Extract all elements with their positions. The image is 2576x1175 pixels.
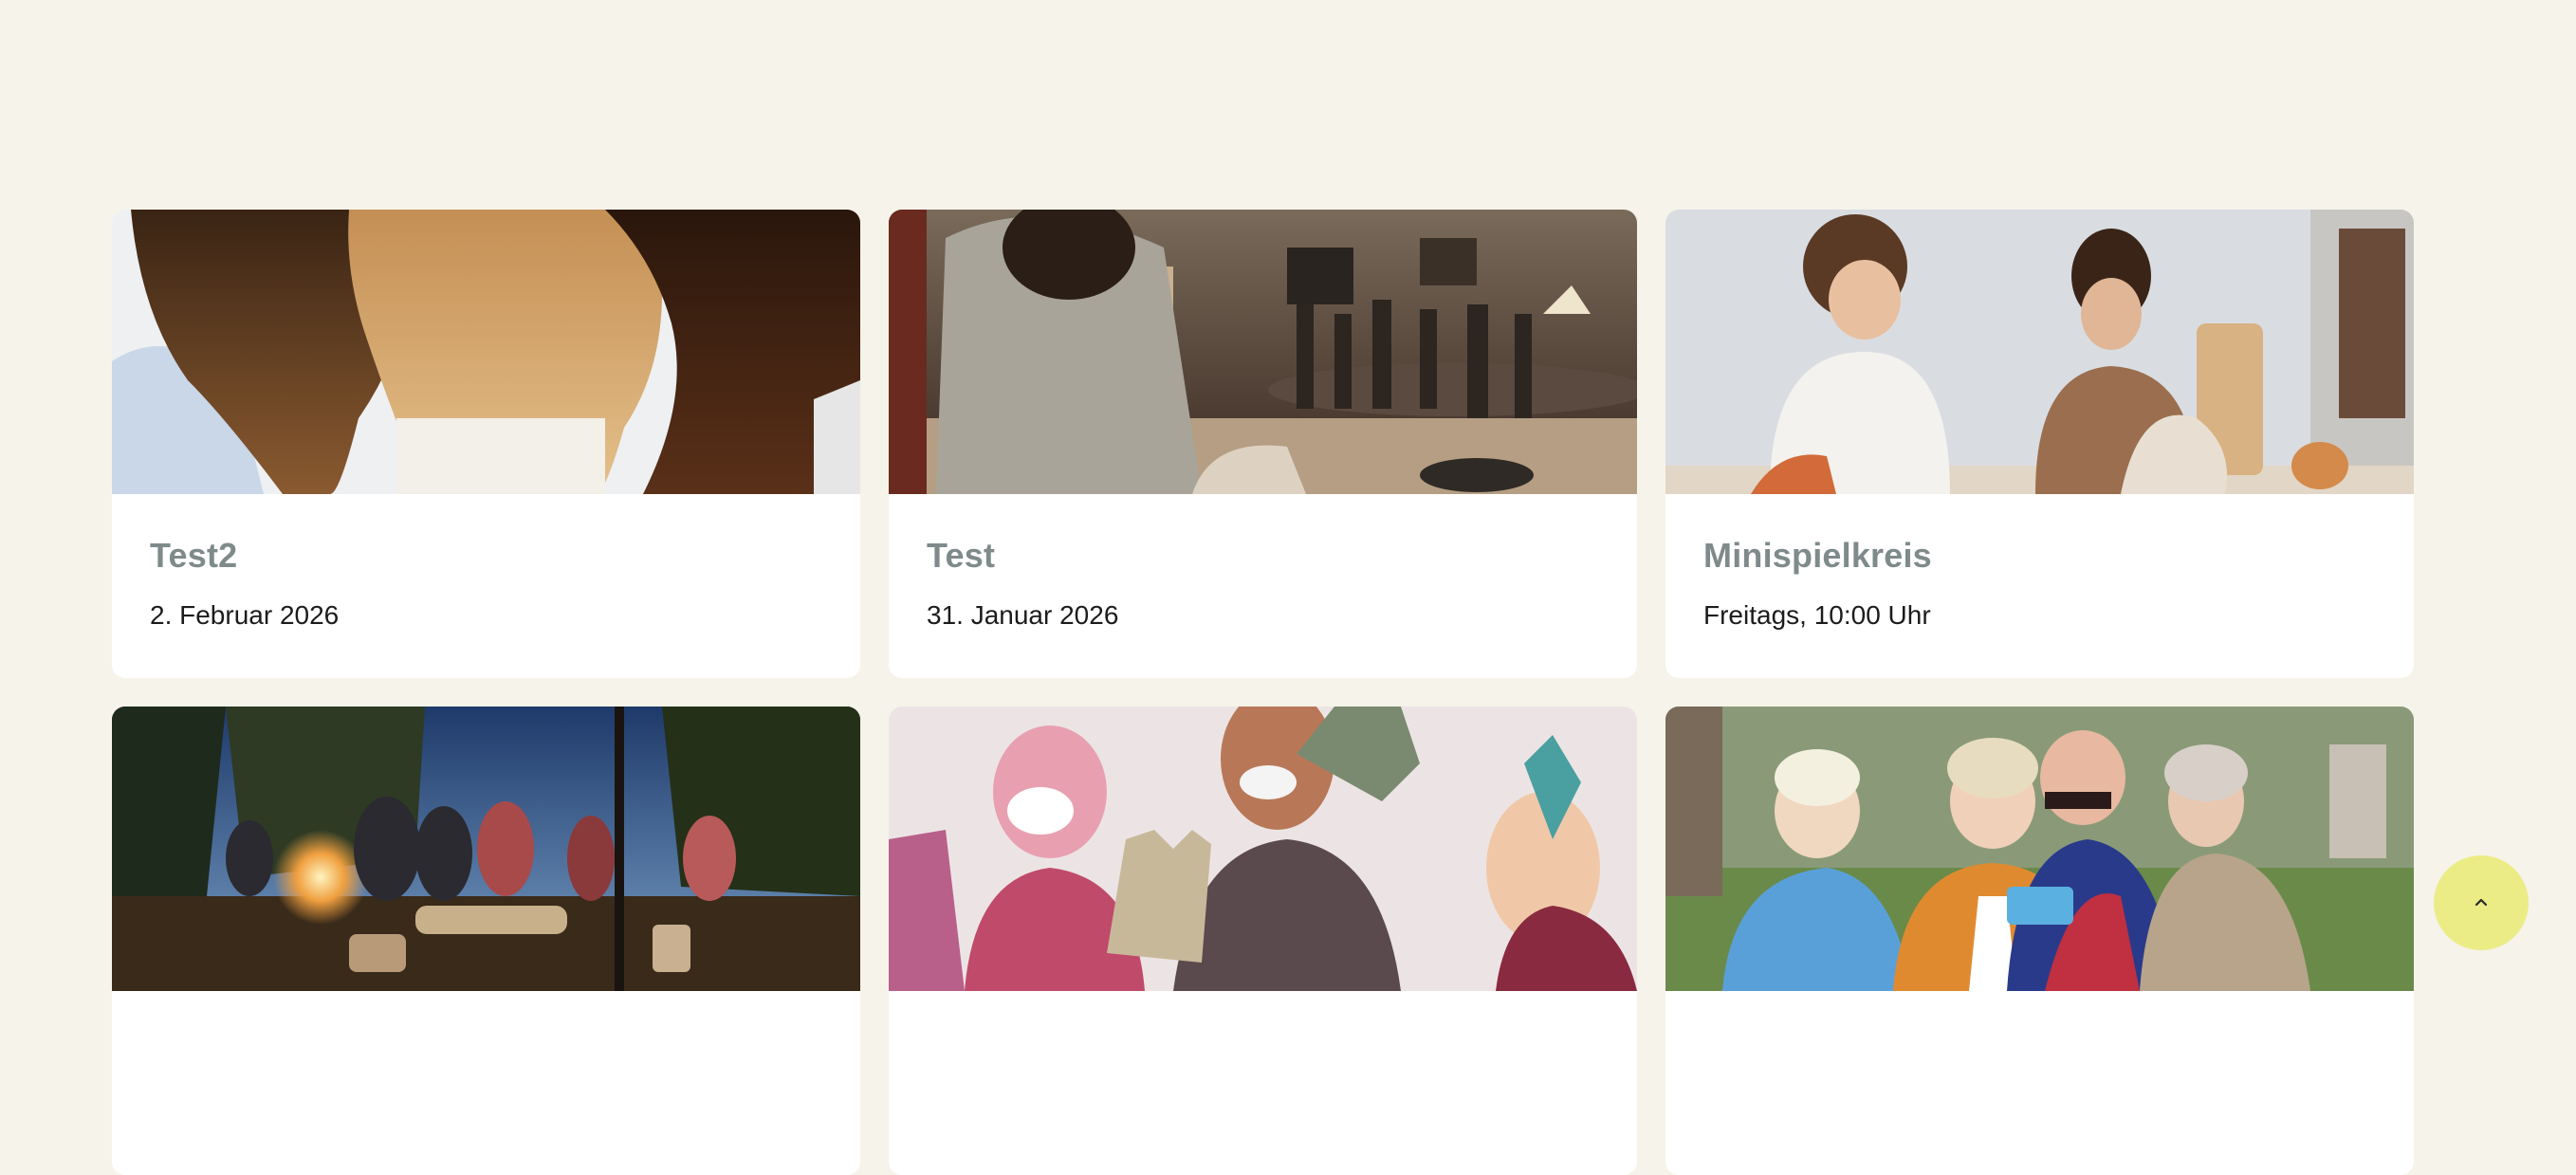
event-card[interactable]: Test 31. Januar 2026: [889, 210, 1637, 678]
event-date: 31. Januar 2026: [927, 600, 1119, 631]
event-image: [112, 707, 860, 991]
event-title[interactable]: Test2: [150, 536, 822, 575]
event-date: 2. Februar 2026: [150, 600, 340, 631]
event-card[interactable]: Minispielkreis Freitags, 10:00 Uhr: [1665, 210, 2414, 678]
event-image: [112, 210, 860, 494]
event-card[interactable]: [112, 707, 860, 1175]
event-card-grid: Test2 2. Februar 2026 Test 31. Januar 20…: [112, 210, 2415, 1175]
event-image: [1665, 210, 2414, 494]
scroll-to-top-button[interactable]: [2434, 855, 2529, 950]
event-image: [889, 707, 1637, 991]
event-title[interactable]: Minispielkreis: [1703, 536, 2376, 575]
event-card[interactable]: [1665, 707, 2414, 1175]
event-card[interactable]: Test2 2. Februar 2026: [112, 210, 860, 678]
event-card[interactable]: [889, 707, 1637, 1175]
event-image: [889, 210, 1637, 494]
event-title[interactable]: Test: [927, 536, 1599, 575]
chevron-up-icon: [2475, 898, 2488, 907]
event-date: Freitags, 10:00 Uhr: [1703, 600, 1931, 631]
event-image: [1665, 707, 2414, 991]
